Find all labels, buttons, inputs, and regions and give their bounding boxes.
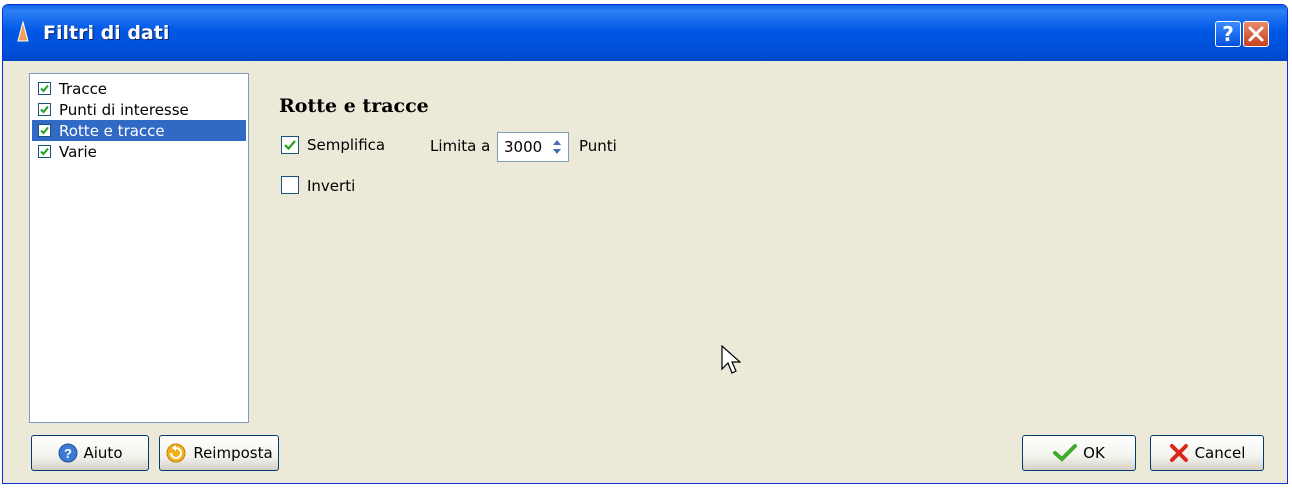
cancel-button[interactable]: Cancel xyxy=(1150,435,1264,471)
inverti-label: Inverti xyxy=(307,177,356,195)
semplifica-checkbox[interactable] xyxy=(281,136,299,154)
help-button[interactable]: ? Aiuto xyxy=(31,435,149,471)
inverti-checkbox[interactable] xyxy=(281,176,299,194)
spin-arrows-icon[interactable] xyxy=(549,136,565,158)
help-circle-icon: ? xyxy=(58,443,77,463)
check-icon xyxy=(40,105,49,114)
check-icon xyxy=(40,147,49,156)
check-icon xyxy=(284,140,296,151)
limita-label: Limita a xyxy=(430,137,491,155)
reset-icon xyxy=(166,443,186,463)
ok-button[interactable]: OK xyxy=(1022,435,1136,471)
list-item-tracce[interactable]: Tracce xyxy=(32,78,246,99)
cursor-icon xyxy=(721,345,741,374)
section-title: Rotte e tracce xyxy=(279,95,429,117)
reset-button-label: Reimposta xyxy=(193,444,273,462)
list-item-label: Rotte e tracce xyxy=(59,121,165,140)
semplifica-label: Semplifica xyxy=(307,136,386,154)
app-icon xyxy=(17,21,29,42)
checkbox[interactable] xyxy=(38,82,51,95)
help-button-label: Aiuto xyxy=(83,444,123,462)
list-item-label: Varie xyxy=(59,142,97,161)
ok-check-icon xyxy=(1053,444,1078,462)
checkbox[interactable] xyxy=(38,145,51,158)
punti-label: Punti xyxy=(579,137,617,155)
filter-page-list[interactable]: Tracce Punti di interesse Rotte e tracce… xyxy=(29,73,249,423)
close-icon xyxy=(1248,26,1264,42)
list-item-rotte-e-tracce[interactable]: Rotte e tracce xyxy=(32,120,246,141)
check-icon xyxy=(40,126,49,135)
check-icon xyxy=(40,84,49,93)
list-item-label: Punti di interesse xyxy=(59,100,189,119)
help-title-button[interactable]: ? xyxy=(1215,21,1241,47)
dialog-window: Filtri di dati ? Tracce Punti di interes… xyxy=(2,4,1288,484)
svg-text:?: ? xyxy=(64,446,72,461)
title-bar[interactable]: Filtri di dati ? xyxy=(3,5,1287,61)
cancel-x-icon xyxy=(1169,444,1188,462)
checkbox[interactable] xyxy=(38,103,51,116)
help-icon: ? xyxy=(1222,22,1234,46)
window-title: Filtri di dati xyxy=(43,22,170,44)
ok-button-label: OK xyxy=(1083,444,1105,462)
reset-button[interactable]: Reimposta xyxy=(159,435,279,471)
cancel-button-label: Cancel xyxy=(1194,444,1246,462)
limit-spinbox[interactable]: 3000 xyxy=(497,132,569,162)
limit-value[interactable]: 3000 xyxy=(504,138,542,156)
list-item-label: Tracce xyxy=(59,79,108,98)
checkbox[interactable] xyxy=(38,124,51,137)
close-button[interactable] xyxy=(1243,21,1269,47)
list-item-punti-di-interesse[interactable]: Punti di interesse xyxy=(32,99,246,120)
list-item-varie[interactable]: Varie xyxy=(32,141,246,162)
